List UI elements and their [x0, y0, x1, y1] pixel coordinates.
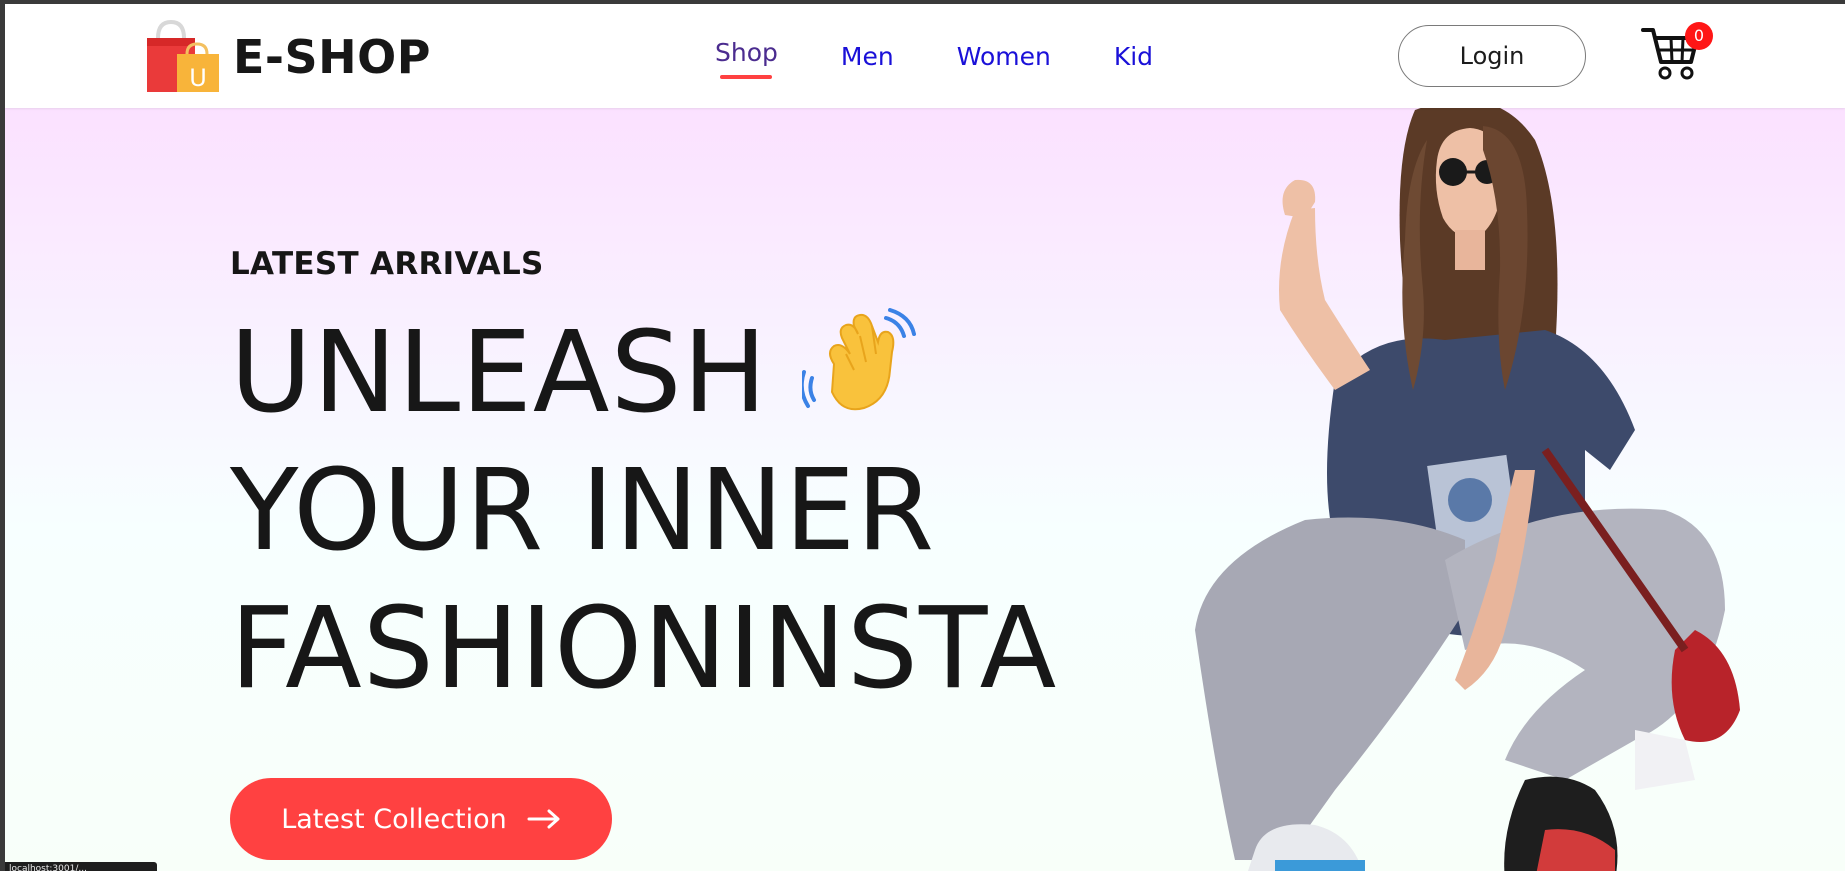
waving-hand-icon	[801, 308, 916, 411]
hero-title-text: UNLEASH	[230, 308, 768, 438]
nav-item-men[interactable]: Men	[841, 38, 894, 79]
login-button[interactable]: Login	[1398, 25, 1586, 87]
logo-bag-letter: U	[189, 64, 207, 92]
cta-label: Latest Collection	[281, 803, 507, 835]
hero-title: UNLEASH YOUR INNER FASHIONINSTA	[230, 304, 1057, 718]
nav-item-label: Kid	[1113, 42, 1154, 71]
hero-title-line: UNLEASH	[230, 304, 1057, 442]
hero-kicker: LATEST ARRIVALS	[230, 246, 544, 282]
brand-logo[interactable]: U E-SHOP	[145, 20, 431, 94]
browser-viewport: U E-SHOP Shop Men Women Kid Login 0 LATE…	[5, 4, 1845, 871]
nav-item-label: Men	[840, 42, 894, 71]
hero-title-line: FASHIONINSTA	[230, 580, 1057, 718]
nav-item-women[interactable]: Women	[957, 38, 1051, 79]
nav-item-label: Shop	[715, 38, 778, 67]
hero-text: LATEST ARRIVALS UNLEASH YOUR INNER FASHI…	[230, 246, 1057, 718]
cart-count-badge: 0	[1685, 22, 1713, 50]
shopping-bags-icon: U	[147, 20, 219, 92]
status-bar-url: localhost:3001/...	[5, 862, 157, 871]
brand-name: E-SHOP	[233, 30, 431, 84]
nav-item-label: Women	[956, 42, 1051, 71]
hero-title-line: YOUR INNER	[230, 442, 1057, 580]
hero-model-image	[1195, 100, 1740, 871]
active-nav-underline	[720, 75, 773, 79]
hero-title-text: FASHIONINSTA	[230, 584, 1058, 714]
main-nav: Shop Men Women Kid	[715, 38, 1216, 79]
nav-item-kid[interactable]: Kid	[1114, 38, 1153, 79]
arrow-right-icon	[527, 809, 560, 829]
hero-title-text: YOUR INNER	[230, 446, 936, 576]
latest-collection-button[interactable]: Latest Collection	[230, 778, 612, 860]
nav-item-shop[interactable]: Shop	[715, 38, 778, 79]
navbar: U E-SHOP Shop Men Women Kid Login 0	[5, 4, 1845, 108]
